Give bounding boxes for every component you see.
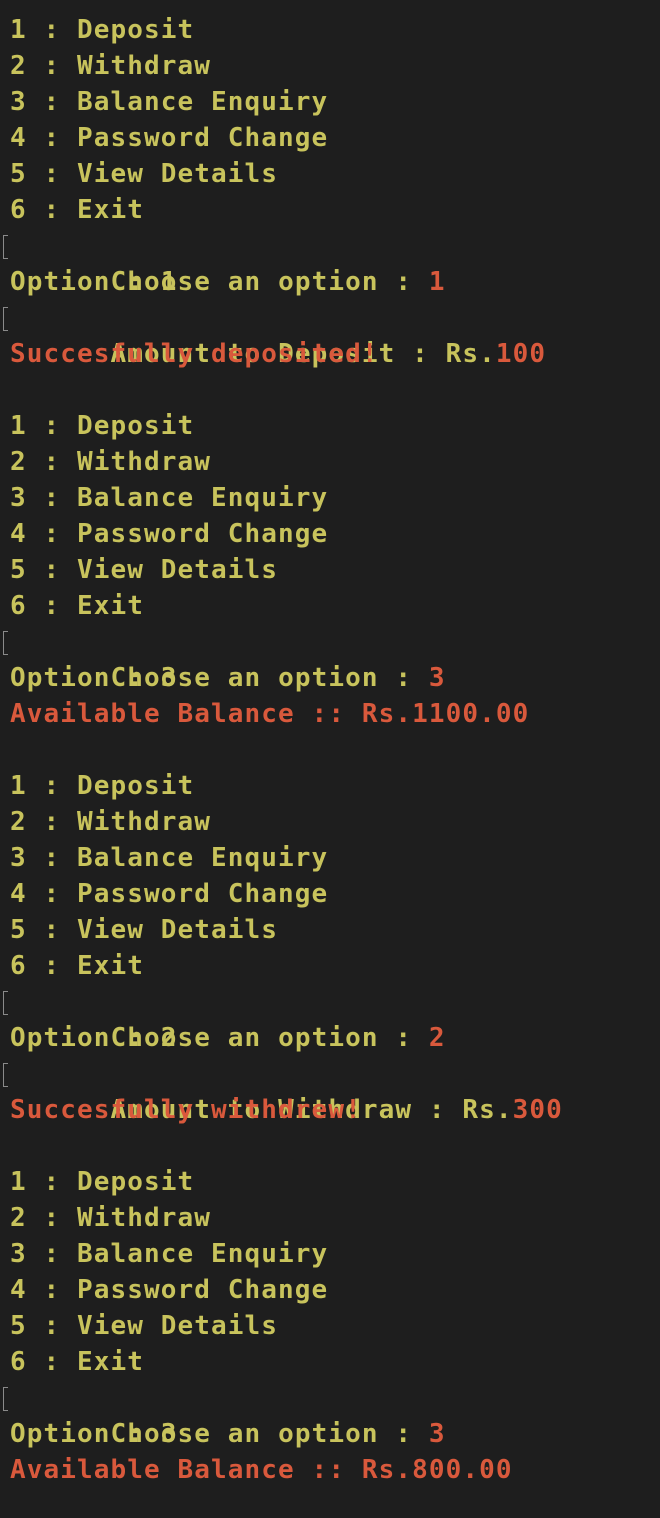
input-line-marker-icon [3, 1063, 8, 1087]
option-echo: Option : 3 [10, 663, 178, 693]
menu-item-password-change: 4 : Password Change [10, 519, 329, 549]
menu-item-balance-enquiry: 3 : Balance Enquiry [10, 843, 329, 873]
amount-prompt: Amount to Deposit : Rs.100 [3, 300, 660, 369]
menu-item-exit: 6 : Exit [10, 195, 145, 225]
result-message: Available Balance :: Rs.1100.00 [10, 699, 530, 729]
menu-item-exit: 6 : Exit [10, 591, 145, 621]
result-message: Available Balance :: Rs.800.00 [10, 1455, 513, 1485]
session-block-deposit: 1 : Deposit 2 : Withdraw 3 : Balance Enq… [3, 12, 660, 408]
menu-item-view-details: 5 : View Details [10, 159, 279, 189]
result-message: Succesfully withdrew! [10, 1095, 362, 1125]
session-block-balance-final: 1 : Deposit 2 : Withdraw 3 : Balance Enq… [3, 1164, 660, 1488]
choose-option-prompt: Choose an option : 3 [3, 624, 660, 693]
session-block-withdraw: 1 : Deposit 2 : Withdraw 3 : Balance Enq… [3, 768, 660, 1164]
menu-item-balance-enquiry: 3 : Balance Enquiry [10, 483, 329, 513]
menu-item-password-change: 4 : Password Change [10, 879, 329, 909]
input-line-marker-icon [3, 307, 8, 331]
menu-item-withdraw: 2 : Withdraw [10, 51, 212, 81]
terminal-output: 1 : Deposit 2 : Withdraw 3 : Balance Enq… [0, 0, 660, 1488]
menu-item-password-change: 4 : Password Change [10, 1275, 329, 1305]
menu-item-view-details: 5 : View Details [10, 915, 279, 945]
menu-item-balance-enquiry: 3 : Balance Enquiry [10, 87, 329, 117]
choose-option-prompt: Choose an option : 3 [3, 1380, 660, 1449]
input-line-marker-icon [3, 631, 8, 655]
session-block-balance: 1 : Deposit 2 : Withdraw 3 : Balance Enq… [3, 408, 660, 768]
amount-prompt: Amount to Withdraw : Rs.300 [3, 1056, 660, 1125]
option-echo: Option : 2 [10, 1023, 178, 1053]
input-line-marker-icon [3, 991, 8, 1015]
menu-item-password-change: 4 : Password Change [10, 123, 329, 153]
menu-item-deposit: 1 : Deposit [10, 771, 195, 801]
menu-item-balance-enquiry: 3 : Balance Enquiry [10, 1239, 329, 1269]
option-echo: Option : 3 [10, 1419, 178, 1449]
choose-option-prompt: Choose an option : 2 [3, 984, 660, 1053]
menu-item-view-details: 5 : View Details [10, 1311, 279, 1341]
result-message: Succesfully deposited! [10, 339, 379, 369]
choose-option-prompt: Choose an option : 1 [3, 228, 660, 297]
menu-item-view-details: 5 : View Details [10, 555, 279, 585]
input-line-marker-icon [3, 235, 8, 259]
menu-item-exit: 6 : Exit [10, 1347, 145, 1377]
menu-item-withdraw: 2 : Withdraw [10, 1203, 212, 1233]
menu-item-deposit: 1 : Deposit [10, 411, 195, 441]
menu-item-deposit: 1 : Deposit [10, 15, 195, 45]
menu-item-withdraw: 2 : Withdraw [10, 807, 212, 837]
input-line-marker-icon [3, 1387, 8, 1411]
menu-item-withdraw: 2 : Withdraw [10, 447, 212, 477]
option-echo: Option : 1 [10, 267, 178, 297]
menu-item-deposit: 1 : Deposit [10, 1167, 195, 1197]
menu-item-exit: 6 : Exit [10, 951, 145, 981]
